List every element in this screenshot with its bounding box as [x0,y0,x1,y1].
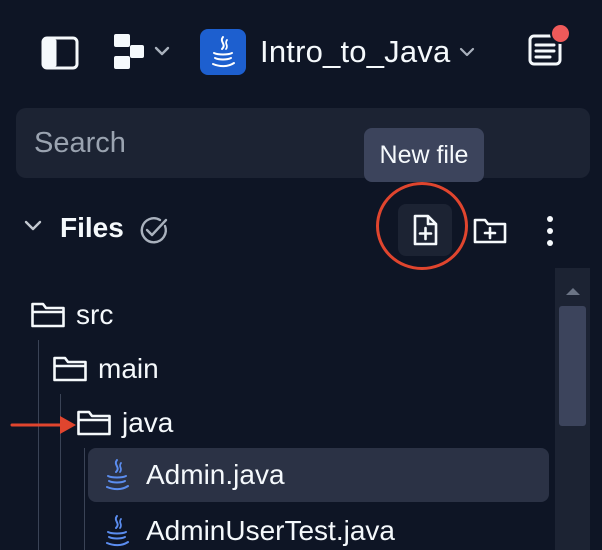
top-bar: Intro_to_Java [0,0,602,104]
layout-menu-button[interactable] [108,28,178,76]
sidebar-toggle-button[interactable] [38,33,82,73]
annotation-arrow-icon [10,416,76,434]
new-file-tooltip: New file [364,128,484,182]
file-tree: src main java Admin.java AdminUserTest.j… [0,280,560,550]
java-icon [200,29,246,75]
sidebar-panel-icon [41,36,79,70]
tree-item-label: Admin.java [146,459,285,490]
folder-icon [77,410,111,436]
tree-item-admin-java[interactable]: Admin.java [88,448,549,502]
java-file-icon [106,459,129,491]
layout-tree-icon [114,34,170,69]
notification-badge [550,23,571,44]
project-name: Intro_to_Java [260,34,451,69]
new-file-button[interactable] [398,204,452,256]
collapse-chevron-icon[interactable] [22,218,44,239]
search-input[interactable] [16,108,590,178]
folder-icon [31,302,65,328]
new-folder-button[interactable] [466,204,514,256]
tree-item-adminusertest-java[interactable]: AdminUserTest.java [102,506,542,550]
chevron-down-icon [458,46,476,58]
files-panel-title[interactable]: Files [60,212,124,244]
tree-item-label: src [76,299,114,330]
search-box [16,108,590,178]
project-selector[interactable]: Intro_to_Java [200,26,476,78]
scroll-up-arrow-icon[interactable] [555,276,590,306]
tree-item-label: main [98,353,159,384]
scrollbar-thumb[interactable] [559,306,586,426]
tree-item-java[interactable]: java [76,398,536,448]
java-file-icon [106,515,129,547]
more-options-button[interactable] [530,206,570,256]
files-panel-header: Files [0,200,602,260]
new-file-icon [413,214,438,246]
file-tree-scrollbar[interactable] [555,268,590,550]
tree-indent-guide [84,448,85,550]
tree-item-src[interactable]: src [30,290,530,340]
tree-item-label: AdminUserTest.java [146,515,395,546]
tree-item-label: java [122,407,174,438]
tree-indent-guide [38,340,39,550]
sync-status-icon [136,214,172,251]
new-folder-icon [473,218,507,244]
vertical-ellipsis-icon [547,216,553,246]
folder-icon [53,356,87,382]
tree-item-main[interactable]: main [52,344,532,394]
